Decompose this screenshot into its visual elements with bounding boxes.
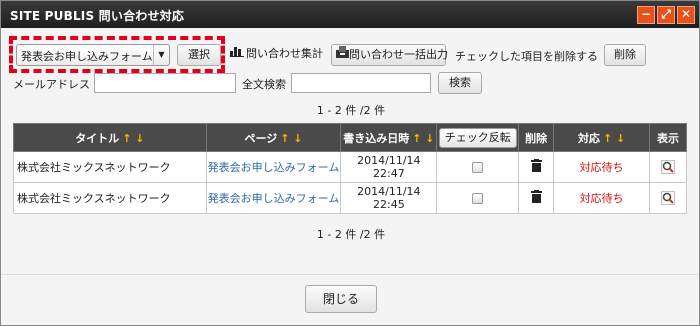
- fulltext-search-input[interactable]: [291, 73, 431, 93]
- column-header-datetime[interactable]: 書き込み日時 ↑ ↓: [340, 123, 438, 152]
- column-header-status[interactable]: 対応 ↑ ↓: [553, 123, 650, 152]
- minimize-button[interactable]: −: [637, 6, 655, 24]
- row-checkbox[interactable]: [472, 162, 484, 173]
- toggle-check-button[interactable]: チェック反転: [438, 127, 517, 148]
- column-header-view: 表示: [648, 123, 688, 152]
- cell-delete: [518, 151, 555, 183]
- inquiry-dialog: SITE PUBLIS 問い合わせ対応 − ⤢ ✕ 発表会お申し込みフォーム ▼…: [0, 0, 700, 326]
- column-header-delete: 削除: [518, 123, 555, 152]
- page-link[interactable]: 発表会お申し込みフォーム: [208, 161, 340, 174]
- sort-arrows-icon[interactable]: ↑ ↓: [603, 132, 625, 145]
- magnifier-view-icon[interactable]: [660, 191, 675, 205]
- title-bar[interactable]: SITE PUBLIS 問い合わせ対応 − ⤢ ✕: [1, 1, 699, 28]
- highlight-annotation: [9, 36, 225, 73]
- status-text[interactable]: 対応待ち: [580, 161, 624, 174]
- row-checkbox[interactable]: [472, 193, 484, 204]
- cell-datetime: 2014/11/14 22:45: [340, 182, 438, 214]
- column-header-title[interactable]: タイトル ↑ ↓: [13, 123, 207, 152]
- cell-check: [436, 151, 520, 183]
- pager-bottom: 1 - 2 件 /2 件: [316, 228, 386, 241]
- window-title: SITE PUBLIS 問い合わせ対応: [10, 9, 185, 23]
- cell-datetime: 2014/11/14 22:47: [340, 151, 438, 183]
- export-button[interactable]: 問い合わせ一括出力: [331, 44, 448, 66]
- summary-button[interactable]: 問い合わせ集計: [230, 44, 323, 66]
- pager-top: 1 - 2 件 /2 件: [316, 104, 386, 117]
- cell-title: 株式会社ミックスネットワーク: [13, 182, 207, 214]
- status-text[interactable]: 対応待ち: [580, 192, 624, 205]
- delete-checked-label: チェックした項目を削除する: [455, 50, 598, 63]
- page-link[interactable]: 発表会お申し込みフォーム: [208, 192, 340, 205]
- cell-status: 対応待ち: [553, 182, 650, 214]
- close-window-button[interactable]: ✕: [677, 6, 695, 24]
- close-button[interactable]: 閉じる: [305, 285, 377, 313]
- sort-arrows-icon[interactable]: ↑ ↓: [412, 132, 434, 145]
- table-row: 株式会社ミックスネットワーク 発表会お申し込みフォーム 2014/11/14 22…: [13, 182, 688, 214]
- bar-chart-icon: [230, 44, 244, 64]
- cell-status: 対応待ち: [553, 151, 650, 183]
- fulltext-label: 全文検索: [242, 78, 286, 91]
- cell-title: 株式会社ミックスネットワーク: [13, 151, 207, 183]
- email-label: メールアドレス: [13, 78, 90, 91]
- column-header-page[interactable]: ページ ↑ ↓: [205, 123, 342, 152]
- cell-view: [648, 182, 688, 214]
- sort-arrows-icon[interactable]: ↑ ↓: [122, 132, 144, 145]
- trash-icon[interactable]: [530, 190, 542, 206]
- cell-page: 発表会お申し込みフォーム: [205, 182, 342, 214]
- cell-delete: [518, 182, 555, 214]
- cell-check: [436, 182, 520, 214]
- inquiry-table: タイトル ↑ ↓ ページ ↑ ↓ 書き込み日時 ↑ ↓ チェック反転 削除 対応 ↑ ↓…: [13, 123, 688, 214]
- delete-button[interactable]: 削除: [604, 44, 646, 66]
- table-row: 株式会社ミックスネットワーク 発表会お申し込みフォーム 2014/11/14 22…: [13, 151, 688, 183]
- magnifier-view-icon[interactable]: [660, 160, 675, 174]
- search-button[interactable]: 検索: [438, 72, 482, 94]
- sort-arrows-icon[interactable]: ↑ ↓: [280, 132, 302, 145]
- cell-view: [648, 151, 688, 183]
- table-header-row: タイトル ↑ ↓ ページ ↑ ↓ 書き込み日時 ↑ ↓ チェック反転 削除 対応 ↑ ↓…: [13, 123, 688, 152]
- cell-page: 発表会お申し込みフォーム: [205, 151, 342, 183]
- export-button-label: 問い合わせ一括出力: [349, 48, 448, 61]
- email-input[interactable]: [94, 73, 236, 93]
- summary-button-label: 問い合わせ集計: [246, 47, 323, 60]
- column-header-check: チェック反転: [436, 123, 520, 152]
- download-tray-icon: [336, 45, 349, 65]
- footer-divider: [1, 274, 699, 275]
- trash-icon[interactable]: [530, 159, 542, 175]
- maximize-button[interactable]: ⤢: [657, 6, 675, 24]
